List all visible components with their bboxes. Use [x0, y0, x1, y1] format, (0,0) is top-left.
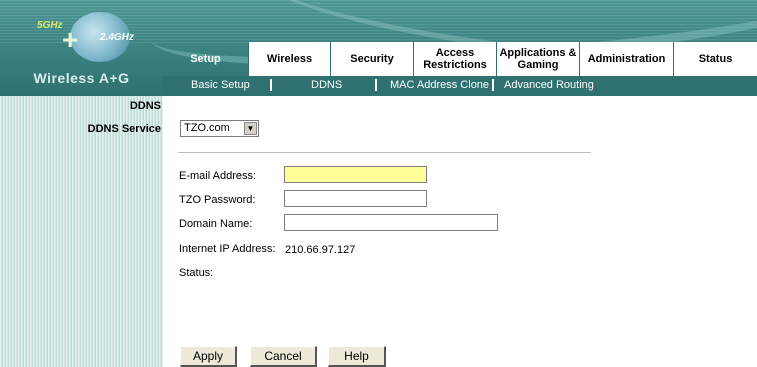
- apply-button[interactable]: Apply: [180, 346, 237, 367]
- ddns-service-value: TZO.com: [184, 122, 230, 134]
- section-divider: [178, 152, 591, 153]
- tab-setup[interactable]: Setup: [163, 42, 248, 76]
- password-label: TZO Password:: [179, 194, 256, 206]
- main-tabs: Setup Wireless Security Access Restricti…: [163, 42, 757, 76]
- ddns-service-select[interactable]: TZO.com ▼: [180, 120, 259, 137]
- subnav-separator: [375, 79, 377, 91]
- cancel-button[interactable]: Cancel: [250, 346, 317, 367]
- section-title: DDNS: [129, 100, 161, 112]
- main-content: TZO.com ▼ E-mail Address: TZO Password: …: [163, 96, 757, 367]
- brand-name: Wireless A+G: [33, 70, 130, 86]
- subnav-separator: [270, 79, 272, 91]
- email-field[interactable]: [284, 166, 427, 183]
- domain-name-field[interactable]: [284, 214, 498, 231]
- logo: 5GHz + 2.4GHz Wireless A+G: [0, 0, 163, 96]
- subnav-advanced-routing[interactable]: Advanced Routing: [504, 79, 594, 91]
- tab-security[interactable]: Security: [330, 42, 413, 76]
- sub-navigation: Basic Setup DDNS MAC Address Clone Advan…: [163, 76, 757, 96]
- logo-5ghz-label: 5GHz: [37, 20, 63, 31]
- tab-access-restrictions[interactable]: Access Restrictions: [413, 42, 496, 76]
- domain-label: Domain Name:: [179, 218, 253, 230]
- tab-status[interactable]: Status: [673, 42, 757, 76]
- header-banner: 5GHz + 2.4GHz Wireless A+G Setup Wireles…: [0, 0, 757, 96]
- logo-24ghz-label: 2.4GHz: [100, 32, 134, 43]
- status-label: Status:: [179, 267, 214, 279]
- ip-address-label: Internet IP Address:: [179, 243, 276, 255]
- tab-applications-gaming[interactable]: Applications & Gaming: [496, 42, 579, 76]
- sidebar: DDNS DDNS Service: [0, 96, 163, 367]
- help-button[interactable]: Help: [328, 346, 386, 367]
- ip-address-value: 210.66.97.127: [285, 244, 356, 256]
- subnav-mac-address-clone[interactable]: MAC Address Clone: [390, 79, 489, 91]
- subnav-separator: [492, 79, 494, 91]
- email-label: E-mail Address:: [179, 170, 257, 182]
- subsection-title: DDNS Service: [87, 123, 161, 135]
- tab-administration[interactable]: Administration: [579, 42, 673, 76]
- subnav-basic-setup[interactable]: Basic Setup: [191, 79, 250, 91]
- chevron-down-icon[interactable]: ▼: [244, 122, 257, 135]
- logo-plus-mark: +: [62, 24, 79, 55]
- subnav-ddns[interactable]: DDNS: [311, 79, 342, 91]
- password-field[interactable]: [284, 190, 427, 207]
- tab-wireless[interactable]: Wireless: [248, 42, 330, 76]
